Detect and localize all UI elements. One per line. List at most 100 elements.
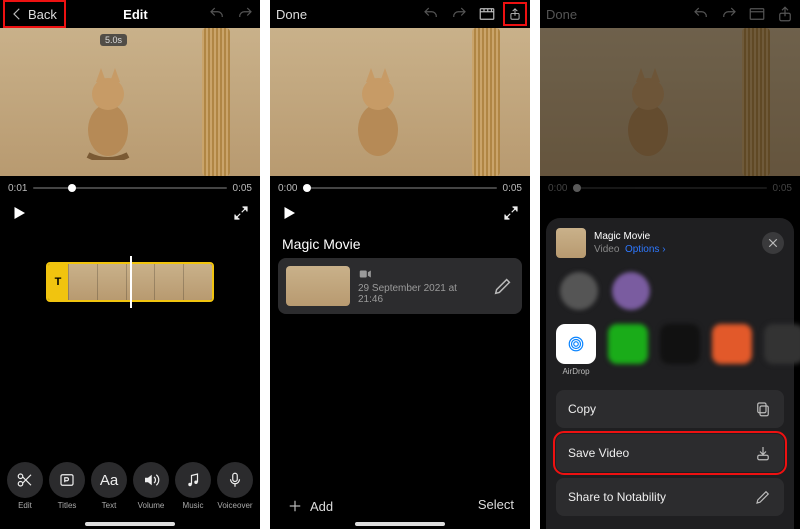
close-button[interactable] <box>762 232 784 254</box>
tool-titles[interactable]: Titles <box>49 462 85 510</box>
screen-share: Done 0:00 0:05 <box>540 0 800 529</box>
playhead[interactable] <box>130 256 132 308</box>
chevron-left-icon <box>8 5 26 23</box>
undo-icon[interactable] <box>422 5 440 23</box>
tool-music[interactable]: Music <box>175 462 211 510</box>
tool-text[interactable]: Aa Text <box>91 462 127 510</box>
storyboard-icon <box>748 5 766 23</box>
share-thumb <box>556 228 586 258</box>
fullscreen-icon[interactable] <box>502 204 520 222</box>
volume-icon <box>142 471 160 489</box>
redo-icon <box>720 5 738 23</box>
topbar: Done <box>540 0 800 28</box>
pencil-icon[interactable] <box>492 275 514 297</box>
select-button[interactable]: Select <box>478 497 514 515</box>
add-label: Add <box>310 499 333 514</box>
video-preview[interactable] <box>270 28 530 176</box>
time-current: 0:00 <box>278 183 297 194</box>
tool-volume[interactable]: Volume <box>133 462 169 510</box>
play-icon[interactable] <box>10 204 28 222</box>
time-total: 0:05 <box>773 183 792 194</box>
share-header: Magic Movie Video Options › <box>556 228 784 258</box>
tool-edit[interactable]: Edit <box>7 462 43 510</box>
scrubber[interactable]: 0:00 0:05 <box>270 176 530 200</box>
share-sheet: Magic Movie Video Options › AirDrop <box>546 218 794 529</box>
app-airdrop[interactable]: AirDrop <box>556 324 596 376</box>
done-button: Done <box>546 7 577 22</box>
done-label: Done <box>276 7 307 22</box>
app-blurred[interactable] <box>660 324 700 364</box>
timeline[interactable]: T <box>0 260 260 304</box>
share-options-button[interactable]: Options › <box>625 244 666 255</box>
share-contacts[interactable] <box>556 268 784 310</box>
storyboard-icon[interactable] <box>478 5 496 23</box>
tool-label: Voiceover <box>217 501 252 510</box>
tool-label: Edit <box>18 501 32 510</box>
music-icon <box>184 471 202 489</box>
tool-label: Titles <box>58 501 77 510</box>
time-current: 0:01 <box>8 183 27 194</box>
play-controls <box>0 200 260 226</box>
scissors-icon <box>16 471 34 489</box>
share-kind: Video <box>594 244 619 255</box>
action-label: Save Video <box>568 446 629 460</box>
time-total: 0:05 <box>503 183 522 194</box>
video-preview[interactable]: 5.0s <box>0 28 260 176</box>
mic-icon <box>226 471 244 489</box>
tool-label: Volume <box>138 501 165 510</box>
cat-illustration <box>338 60 418 160</box>
avatar[interactable] <box>560 272 598 310</box>
done-button[interactable]: Done <box>276 7 307 22</box>
undo-icon <box>692 5 710 23</box>
screen-project: Done 0:00 0:05 <box>270 0 530 529</box>
avatar[interactable] <box>612 272 650 310</box>
undo-icon[interactable] <box>208 5 226 23</box>
project-card[interactable]: 29 September 2021 at 21:46 <box>278 258 522 314</box>
tool-label: Music <box>183 501 204 510</box>
play-controls <box>270 200 530 226</box>
cat-illustration <box>68 60 148 160</box>
action-share-notability[interactable]: Share to Notability <box>556 478 784 516</box>
redo-icon[interactable] <box>236 5 254 23</box>
video-icon <box>358 268 372 280</box>
clip-duration-badge: 5.0s <box>100 34 127 46</box>
share-actions: Copy Save Video Share to Notability <box>556 390 784 516</box>
action-copy[interactable]: Copy <box>556 390 784 428</box>
share-icon[interactable] <box>506 5 524 23</box>
home-indicator[interactable] <box>355 522 445 526</box>
app-blurred[interactable] <box>764 324 800 364</box>
time-current: 0:00 <box>548 183 567 194</box>
back-label: Back <box>28 7 57 22</box>
airdrop-icon <box>567 335 585 353</box>
back-button[interactable]: Back <box>6 3 63 25</box>
app-blurred[interactable] <box>712 324 752 364</box>
bottom-bar: Add Select <box>270 497 530 515</box>
topbar: Back Edit <box>0 0 260 28</box>
scrubber-track[interactable] <box>33 187 226 189</box>
topbar: Done <box>270 0 530 28</box>
pencil-icon <box>754 488 772 506</box>
share-apps: AirDrop <box>556 320 784 376</box>
play-icon[interactable] <box>280 204 298 222</box>
title-tag: T <box>48 264 68 300</box>
redo-icon[interactable] <box>450 5 468 23</box>
titles-icon <box>58 471 76 489</box>
tool-label: Text <box>102 501 117 510</box>
video-preview <box>540 28 800 176</box>
action-label: Share to Notability <box>568 490 666 504</box>
screen-edit: Back Edit 5.0s 0:01 0:05 <box>0 0 260 529</box>
scrubber[interactable]: 0:01 0:05 <box>0 176 260 200</box>
project-thumbnail <box>286 266 350 306</box>
action-label: Copy <box>568 402 596 416</box>
page-title: Edit <box>63 7 208 22</box>
share-icon <box>776 5 794 23</box>
tool-voiceover[interactable]: Voiceover <box>217 462 253 510</box>
action-save-video[interactable]: Save Video <box>556 434 784 472</box>
project-date: 29 September 2021 at 21:46 <box>358 283 484 305</box>
copy-icon <box>754 400 772 418</box>
home-indicator[interactable] <box>85 522 175 526</box>
fullscreen-icon[interactable] <box>232 204 250 222</box>
add-button[interactable]: Add <box>286 497 333 515</box>
text-icon: Aa <box>100 472 118 489</box>
app-blurred[interactable] <box>608 324 648 364</box>
